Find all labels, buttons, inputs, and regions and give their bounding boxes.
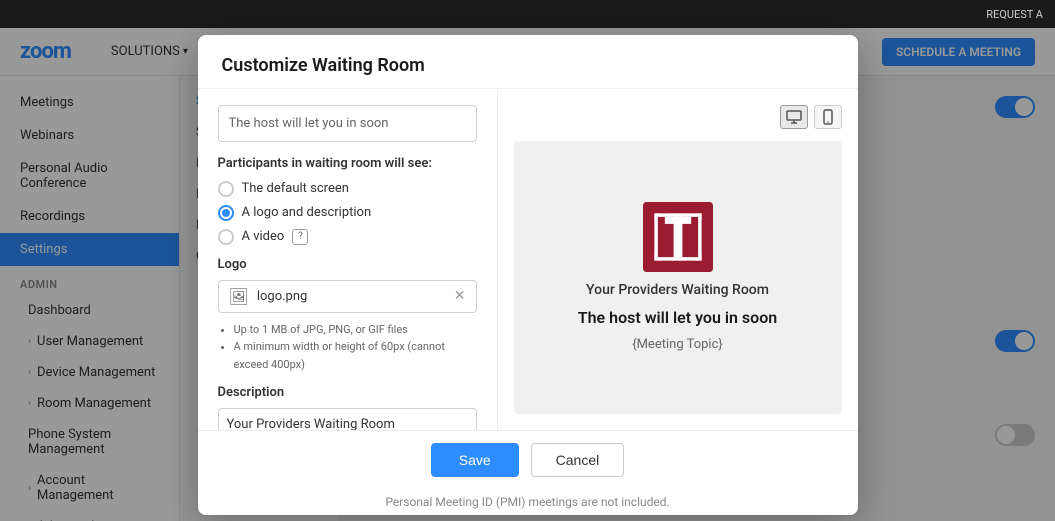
radio-logo-description[interactable]: A logo and description: [218, 205, 477, 221]
file-input-row: 🖼 logo.png ✕: [218, 280, 477, 313]
preview-topic: {Meeting Topic}: [632, 337, 723, 352]
radio-circle-default: [218, 181, 234, 197]
cancel-button[interactable]: Cancel: [531, 443, 625, 477]
preview-host-text: The host will let you in soon: [578, 308, 777, 327]
file-clear-button[interactable]: ✕: [454, 288, 466, 304]
file-image-icon: 🖼: [229, 287, 249, 306]
view-toggle-row: [514, 105, 842, 129]
modal-body: The host will let you in soon Participan…: [198, 89, 858, 430]
radio-video[interactable]: A video ?: [218, 229, 477, 245]
waiting-text-box: The host will let you in soon: [218, 105, 477, 142]
request-text: REQUEST A: [986, 8, 1043, 21]
file-hints: Up to 1 MB of JPG, PNG, or GIF files A m…: [218, 321, 477, 374]
radio-circle-video: [218, 229, 234, 245]
mobile-view-button[interactable]: [814, 105, 842, 129]
modal-backdrop: Customize Waiting Room The host will let…: [0, 28, 1055, 521]
file-name-text: logo.png: [257, 289, 446, 304]
modal-header: Customize Waiting Room: [198, 35, 858, 89]
radio-circle-logo: [218, 205, 234, 221]
help-icon[interactable]: ?: [292, 229, 308, 245]
radio-default-screen[interactable]: The default screen: [218, 181, 477, 197]
description-textarea[interactable]: Your Providers Waiting Room: [218, 408, 477, 429]
participants-label: Participants in waiting room will see:: [218, 156, 477, 171]
description-section-label: Description: [218, 385, 477, 400]
modal-title: Customize Waiting Room: [222, 55, 834, 76]
modal-right-panel: Your Providers Waiting Room The host wil…: [498, 89, 858, 430]
modal-footer: Save Cancel: [198, 430, 858, 489]
radio-group: The default screen A logo and descriptio…: [218, 181, 477, 245]
preview-room-name: Your Providers Waiting Room: [586, 282, 769, 298]
customize-waiting-room-modal: Customize Waiting Room The host will let…: [198, 35, 858, 515]
footnote: Personal Meeting ID (PMI) meetings are n…: [198, 489, 858, 515]
desktop-view-button[interactable]: [780, 105, 808, 129]
logo-section-label: Logo: [218, 257, 477, 272]
save-button[interactable]: Save: [431, 443, 519, 477]
temple-logo-preview: [643, 202, 713, 272]
modal-left-panel: The host will let you in soon Participan…: [198, 89, 498, 430]
top-bar: REQUEST A: [0, 0, 1055, 28]
preview-area: Your Providers Waiting Room The host wil…: [514, 141, 842, 414]
